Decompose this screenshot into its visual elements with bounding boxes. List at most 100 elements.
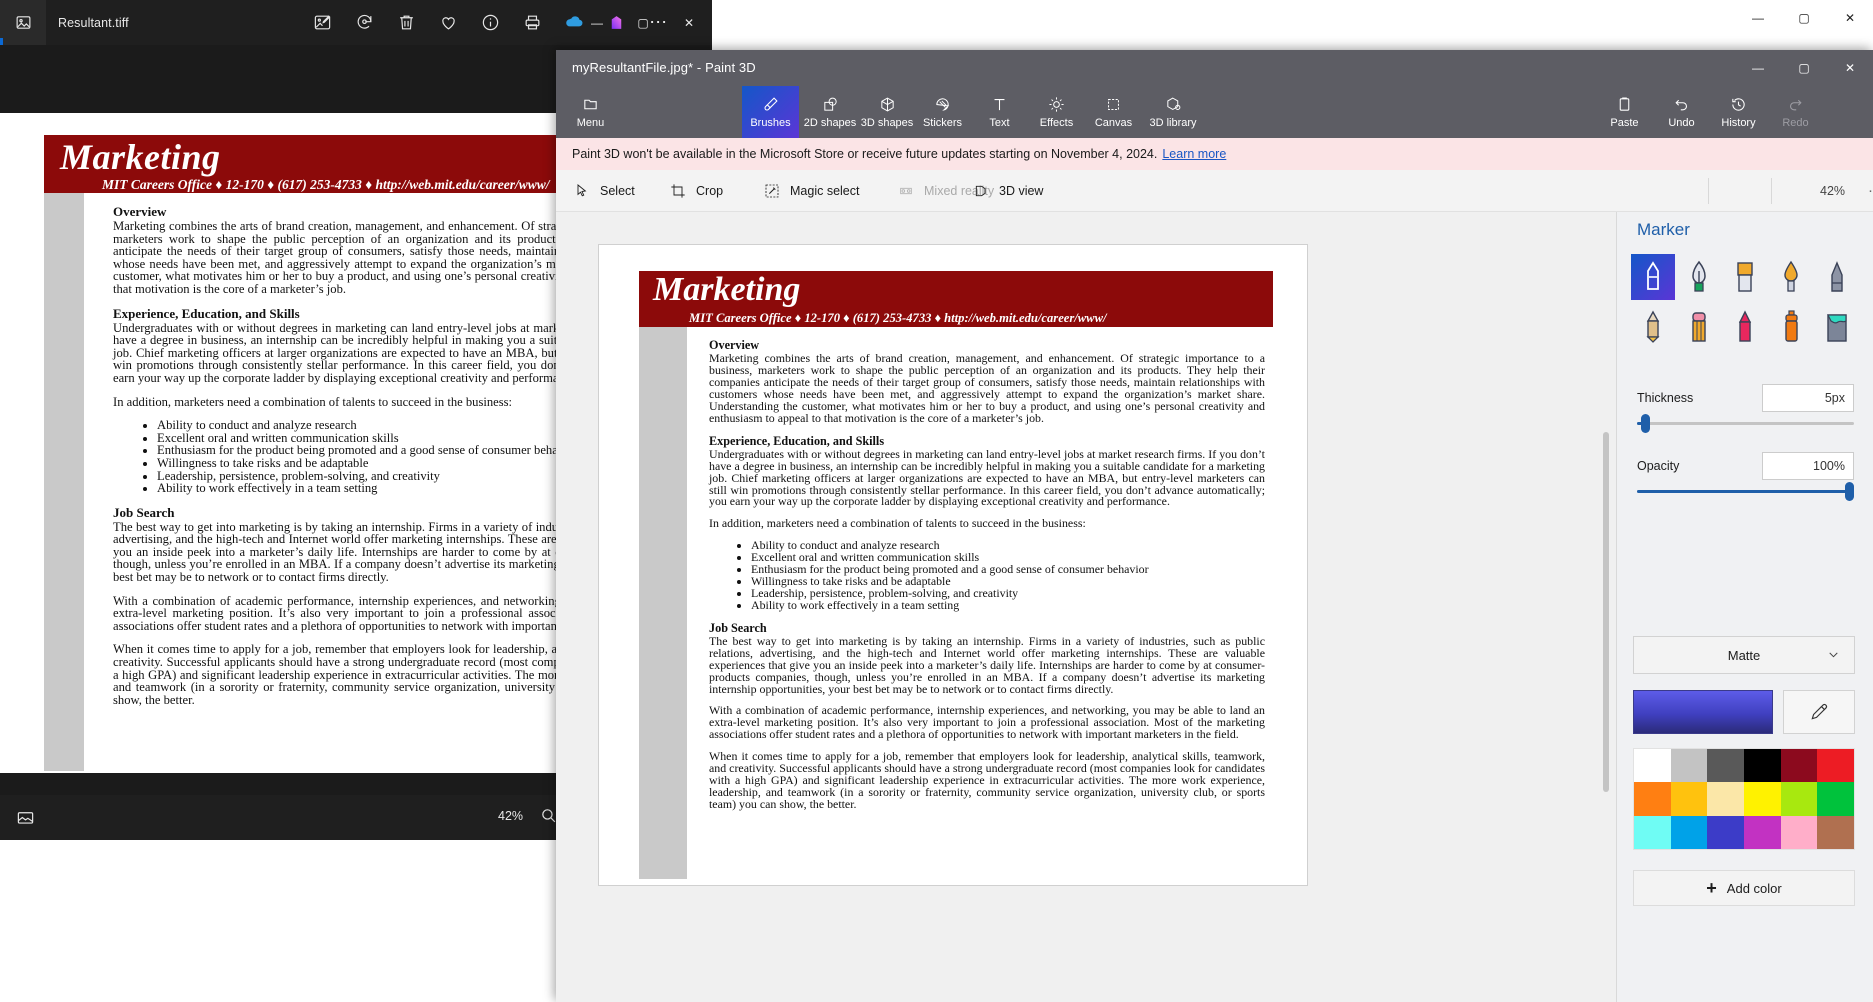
- thickness-slider-thumb[interactable]: [1641, 414, 1650, 433]
- favorite-icon[interactable]: [435, 9, 463, 37]
- material-dropdown[interactable]: Matte: [1633, 636, 1855, 674]
- ribbon-menu[interactable]: Menu: [562, 86, 619, 138]
- watercolor-brush[interactable]: [1769, 254, 1813, 300]
- crop-icon: [668, 181, 688, 201]
- eraser-brush[interactable]: [1677, 304, 1721, 350]
- color-swatch[interactable]: [1780, 815, 1818, 849]
- desktop-maximize-button[interactable]: ▢: [1781, 0, 1827, 36]
- crayon-brush[interactable]: [1723, 304, 1767, 350]
- maximize-button[interactable]: ▢: [620, 0, 666, 45]
- tool-crop[interactable]: Crop: [668, 170, 723, 212]
- tool-select[interactable]: Select: [572, 170, 635, 212]
- scrollbar-thumb[interactable]: [1603, 432, 1609, 792]
- stickers-icon: [934, 95, 951, 114]
- zoom-percent[interactable]: 42%: [1820, 184, 1845, 198]
- material-label: Matte: [1727, 647, 1761, 663]
- ribbon-brushes[interactable]: Brushes: [742, 86, 799, 138]
- eyedropper-icon[interactable]: [1783, 690, 1855, 734]
- section-heading-overview: Overview: [709, 338, 760, 352]
- marker-brush[interactable]: [1631, 254, 1675, 300]
- opacity-value[interactable]: 100%: [1762, 452, 1854, 480]
- info-icon[interactable]: [477, 9, 505, 37]
- close-button[interactable]: ✕: [1827, 50, 1873, 86]
- document-title: Marketing: [60, 137, 221, 177]
- color-swatch[interactable]: [1780, 782, 1818, 816]
- maximize-button[interactable]: ▢: [1781, 50, 1827, 86]
- tool-crop-label: Crop: [696, 184, 724, 198]
- ribbon-stickers-label: Stickers: [922, 117, 963, 129]
- rotate-icon[interactable]: [351, 9, 379, 37]
- ribbon-stickers[interactable]: Stickers: [914, 86, 971, 138]
- close-button[interactable]: ✕: [666, 0, 712, 45]
- tool-magic-select[interactable]: Magic select: [762, 170, 859, 212]
- thickness-value[interactable]: 5px: [1762, 384, 1854, 412]
- minimize-button[interactable]: —: [1735, 50, 1781, 86]
- learn-more-link[interactable]: Learn more: [1162, 147, 1226, 161]
- ribbon-2d-shapes[interactable]: 2D shapes: [799, 86, 861, 138]
- color-swatch[interactable]: [1817, 815, 1854, 849]
- canvas-vertical-scrollbar[interactable]: [1601, 382, 1611, 1002]
- color-swatch[interactable]: [1707, 749, 1744, 783]
- color-swatch[interactable]: [1817, 749, 1854, 783]
- color-swatch[interactable]: [1634, 782, 1671, 816]
- oil-brush[interactable]: [1723, 254, 1767, 300]
- ribbon-text[interactable]: Text: [971, 86, 1028, 138]
- color-swatch[interactable]: [1670, 782, 1708, 816]
- paint3d-canvas-area[interactable]: Marketing MIT Careers Office ♦ 12-170 ♦ …: [556, 212, 1616, 1002]
- tool-select-label: Select: [600, 184, 635, 198]
- paint3d-window-controls: — ▢ ✕: [1735, 50, 1873, 86]
- photos-window-controls: — ▢ ✕: [574, 0, 712, 45]
- ribbon-3d-library[interactable]: 3D library: [1142, 86, 1204, 138]
- magnifier-icon[interactable]: [540, 807, 557, 827]
- ribbon-paste[interactable]: Paste: [1596, 86, 1653, 138]
- ribbon-effects[interactable]: Effects: [1028, 86, 1085, 138]
- color-swatch[interactable]: [1744, 782, 1781, 816]
- paint3d-title: myResultantFile.jpg* - Paint 3D: [572, 60, 756, 75]
- color-swatch[interactable]: [1744, 749, 1781, 783]
- ribbon-canvas[interactable]: Canvas: [1085, 86, 1142, 138]
- color-swatch[interactable]: [1744, 815, 1781, 849]
- paint3d-titlebar: myResultantFile.jpg* - Paint 3D — ▢ ✕: [556, 50, 1873, 86]
- document-margin-shade: [639, 271, 687, 879]
- current-color-swatch[interactable]: [1633, 690, 1773, 734]
- color-swatch[interactable]: [1707, 782, 1744, 816]
- ribbon-3d-shapes[interactable]: 3D shapes: [856, 86, 918, 138]
- fill-bucket-brush[interactable]: [1815, 304, 1859, 350]
- folder-icon: [582, 95, 599, 114]
- thickness-slider[interactable]: [1637, 414, 1854, 433]
- pixel-pen-brush[interactable]: [1815, 254, 1859, 300]
- add-color-button[interactable]: + Add color: [1633, 870, 1855, 906]
- more-options-icon[interactable]: ···: [1868, 182, 1873, 199]
- color-swatch[interactable]: [1670, 749, 1708, 783]
- gallery-icon[interactable]: [10, 803, 40, 833]
- edit-image-icon[interactable]: [309, 9, 337, 37]
- pencil-brush[interactable]: [1631, 304, 1675, 350]
- print-icon[interactable]: [519, 9, 547, 37]
- opacity-slider-thumb[interactable]: [1845, 482, 1854, 501]
- color-palette: [1633, 748, 1855, 850]
- 3d-shapes-icon: [879, 95, 896, 114]
- calligraphy-pen-brush[interactable]: [1677, 254, 1721, 300]
- paste-icon: [1616, 95, 1633, 114]
- desktop-minimize-button[interactable]: —: [1735, 0, 1781, 36]
- ribbon-undo[interactable]: Undo: [1653, 86, 1710, 138]
- tool-3d-view-label: 3D view: [999, 184, 1044, 198]
- ribbon-history[interactable]: History: [1710, 86, 1767, 138]
- notice-text: Paint 3D won't be available in the Micro…: [572, 147, 1158, 161]
- document-subtitle: MIT Careers Office ♦ 12-170 ♦ (617) 253-…: [689, 311, 1107, 325]
- list-item: Ability to work effectively in a team se…: [751, 599, 1265, 612]
- color-swatch[interactable]: [1670, 815, 1708, 849]
- paint3d-document-image[interactable]: Marketing MIT Careers Office ♦ 12-170 ♦ …: [598, 244, 1308, 886]
- desktop-close-button[interactable]: ✕: [1827, 0, 1873, 36]
- 2d-shapes-icon: [822, 95, 839, 114]
- color-swatch[interactable]: [1780, 749, 1818, 783]
- minimize-button[interactable]: —: [574, 0, 620, 45]
- tool-3d-view[interactable]: 3D view: [971, 170, 1043, 212]
- color-swatch[interactable]: [1634, 815, 1671, 849]
- opacity-slider[interactable]: [1637, 482, 1854, 501]
- color-swatch[interactable]: [1707, 815, 1744, 849]
- color-swatch[interactable]: [1817, 782, 1854, 816]
- spray-can-brush[interactable]: [1769, 304, 1813, 350]
- color-swatch[interactable]: [1634, 749, 1671, 783]
- delete-icon[interactable]: [393, 9, 421, 37]
